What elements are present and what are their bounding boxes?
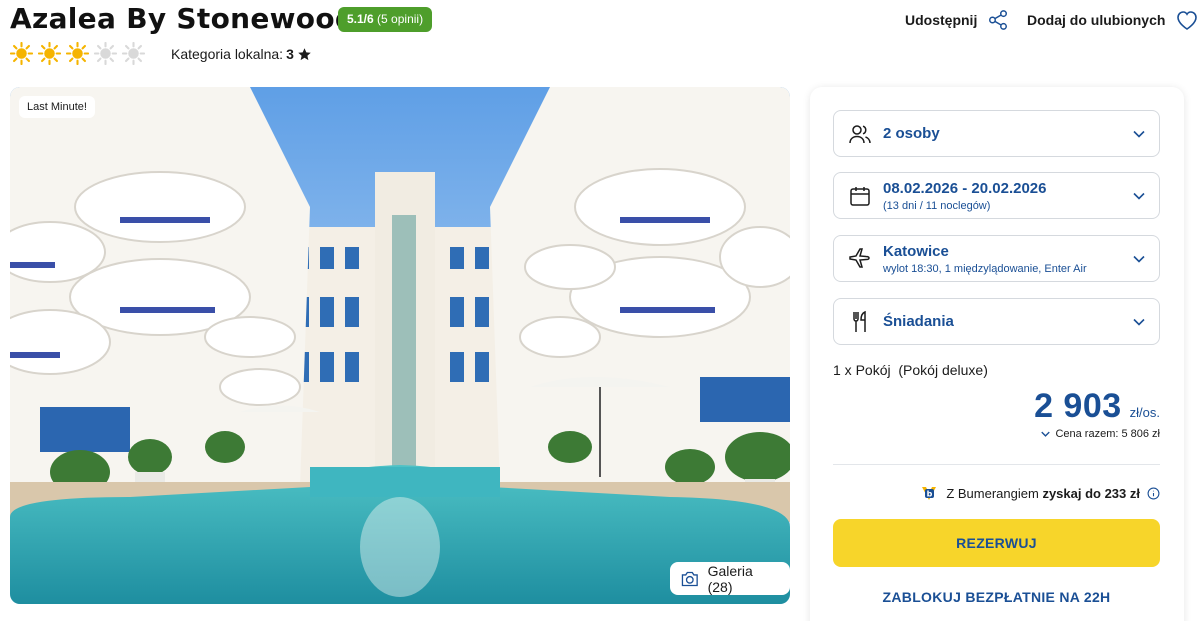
- board-selector[interactable]: Śniadania: [833, 298, 1160, 345]
- chevron-down-icon: [1133, 255, 1145, 263]
- flight-selector[interactable]: Katowice wylot 18:30, 1 międzylądowanie,…: [833, 235, 1160, 282]
- price-value: 2 903: [1034, 387, 1122, 425]
- total-price: Cena razem: 5 806 zł: [1055, 428, 1160, 440]
- booking-panel: 2 osoby 08.02.2026 - 20.02.2026 (13 dni …: [810, 87, 1184, 621]
- hotel-pool-image: [10, 87, 790, 604]
- room-quantity: 1 x Pokój: [833, 362, 891, 378]
- heart-icon: [1177, 11, 1198, 30]
- sun-filled-icon: [10, 42, 33, 65]
- people-icon: [849, 124, 871, 143]
- room-type: (Pokój deluxe): [898, 362, 988, 378]
- category-label: Kategoria lokalna:: [171, 46, 284, 62]
- rating-score: 5.1/6: [347, 12, 374, 26]
- dates-label: 08.02.2026 - 20.02.2026: [883, 180, 1047, 197]
- share-button[interactable]: Udostępnij: [905, 9, 1009, 31]
- room-info: 1 x Pokój (Pokój deluxe): [833, 362, 988, 378]
- boomerang-info: b Z Bumerangiem zyskaj do 233 zł: [919, 483, 1160, 503]
- sun-filled-icon: [38, 42, 61, 65]
- hotel-photo[interactable]: Last Minute! Galeria (28): [10, 87, 790, 604]
- info-icon[interactable]: [1147, 487, 1160, 500]
- flight-sub: wylot 18:30, 1 międzylądowanie, Enter Ai…: [883, 263, 1087, 275]
- local-category: Kategoria lokalna: 3: [171, 46, 312, 62]
- favorite-button[interactable]: Dodaj do ulubionych: [1027, 9, 1199, 31]
- fork-knife-icon: [853, 310, 866, 332]
- hotel-title: Azalea By Stonewood: [10, 2, 356, 35]
- gallery-button[interactable]: Galeria (28): [670, 562, 790, 595]
- dates-selector[interactable]: 08.02.2026 - 20.02.2026 (13 dni / 11 noc…: [833, 172, 1160, 219]
- boomerang-amount: zyskaj do 233 zł: [1042, 485, 1140, 501]
- category-value: 3: [286, 46, 294, 62]
- favorite-label: Dodaj do ulubionych: [1027, 12, 1166, 28]
- price-row: 2 903 zł/os.: [1034, 387, 1160, 426]
- svg-text:b: b: [927, 490, 933, 499]
- persons-label: 2 osoby: [883, 125, 940, 142]
- price-unit: zł/os.: [1129, 405, 1160, 420]
- block-free-link[interactable]: ZABLOKUJ BEZPŁATNIE NA 22H: [833, 589, 1160, 605]
- persons-selector[interactable]: 2 osoby: [833, 110, 1160, 157]
- rating-opinions: (5 opinii): [377, 12, 424, 26]
- gallery-label: Galeria (28): [707, 562, 753, 595]
- rating-badge[interactable]: 5.1/6 (5 opinii): [338, 7, 433, 32]
- calendar-icon: [850, 186, 870, 206]
- divider: [833, 464, 1160, 465]
- reserve-button[interactable]: REZERWUJ: [833, 519, 1160, 567]
- camera-icon: [681, 571, 698, 586]
- chevron-down-icon: [1133, 130, 1145, 138]
- board-label: Śniadania: [883, 313, 954, 330]
- total-price-toggle[interactable]: Cena razem: 5 806 zł: [1041, 428, 1160, 440]
- chevron-down-icon: [1133, 318, 1145, 326]
- sun-rating: [10, 42, 145, 65]
- sun-empty-icon: [122, 42, 145, 65]
- share-label: Udostępnij: [905, 12, 978, 28]
- chevron-down-icon: [1041, 431, 1051, 437]
- boomerang-prefix: Z Bumerangiem: [946, 485, 1039, 501]
- flight-label: Katowice: [883, 243, 949, 260]
- sun-filled-icon: [66, 42, 89, 65]
- dates-sub: (13 dni / 11 noclegów): [883, 200, 991, 212]
- plane-icon: [849, 247, 870, 268]
- boomerang-logo-icon: b: [922, 487, 937, 500]
- share-icon: [989, 10, 1008, 30]
- star-icon: [298, 47, 311, 60]
- sun-empty-icon: [94, 42, 117, 65]
- last-minute-badge: Last Minute!: [19, 96, 95, 118]
- chevron-down-icon: [1133, 192, 1145, 200]
